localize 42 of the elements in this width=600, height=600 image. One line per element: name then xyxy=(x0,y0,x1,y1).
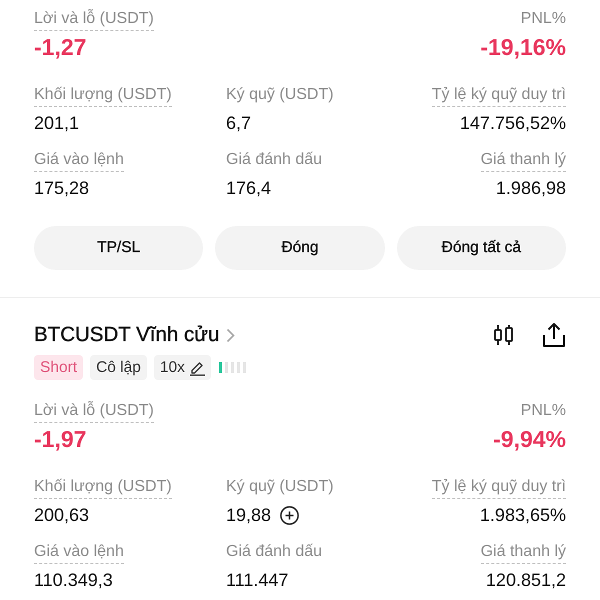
field-label: Giá vào lệnh xyxy=(34,150,124,172)
field-label: Ký quỹ (USDT) xyxy=(226,477,334,497)
field-label: Giá đánh dấu xyxy=(226,150,322,170)
field-value: 176,4 xyxy=(226,177,272,200)
field-label: Khối lượng (USDT) xyxy=(34,85,172,107)
field-value: 175,28 xyxy=(34,177,90,200)
action-button[interactable]: Đóng xyxy=(215,226,385,270)
field-label: Giá vào lệnh xyxy=(34,542,124,564)
field-value: 19,88 xyxy=(226,504,272,527)
field-label: Giá đánh dấu xyxy=(226,542,322,562)
field-value: 6,7 xyxy=(226,112,252,135)
plus-circle-icon[interactable] xyxy=(280,506,300,524)
field-label: Giá thanh lý xyxy=(480,150,566,172)
field-value: -1,27 xyxy=(34,33,86,61)
candlestick-chart-icon[interactable] xyxy=(493,324,514,346)
field-label: Ký quỹ (USDT) xyxy=(226,85,334,105)
share-icon[interactable] xyxy=(542,322,566,348)
field-value: 1.983,65% xyxy=(480,504,566,527)
field-label: Lời và lỗ (USDT) xyxy=(34,401,154,423)
field-value: 147.756,52% xyxy=(460,112,566,135)
field-value: 1.986,98 xyxy=(496,177,566,200)
margin-mode-tag: Cô lập xyxy=(90,355,147,380)
leverage-button[interactable]: 10x xyxy=(154,355,211,380)
field-label: Lời và lỗ (USDT) xyxy=(34,9,154,31)
field-label: Giá thanh lý xyxy=(480,542,566,564)
side-tag: Short xyxy=(34,355,84,380)
field-value: 120.851,2 xyxy=(486,569,566,592)
field-value: -19,16% xyxy=(480,33,566,61)
field-label: Tỷ lệ ký quỹ duy trì xyxy=(432,477,566,499)
field-value: 200,63 xyxy=(34,504,90,527)
field-value: -9,94% xyxy=(493,425,566,453)
action-button[interactable]: Đóng tất cả xyxy=(396,226,566,270)
field-label: PNL% xyxy=(520,9,566,29)
field-label: Khối lượng (USDT) xyxy=(34,477,172,499)
field-value: -1,97 xyxy=(34,425,86,453)
field-value: 201,1 xyxy=(34,112,80,135)
action-button[interactable]: TP/SL xyxy=(34,226,204,270)
field-value: 110.349,3 xyxy=(34,569,113,592)
field-label: PNL% xyxy=(520,401,566,421)
field-label: Tỷ lệ ký quỹ duy trì xyxy=(432,85,566,107)
field-value: 111.447 xyxy=(226,569,288,592)
symbol-title[interactable]: BTCUSDT Vĩnh cửu xyxy=(34,321,220,349)
